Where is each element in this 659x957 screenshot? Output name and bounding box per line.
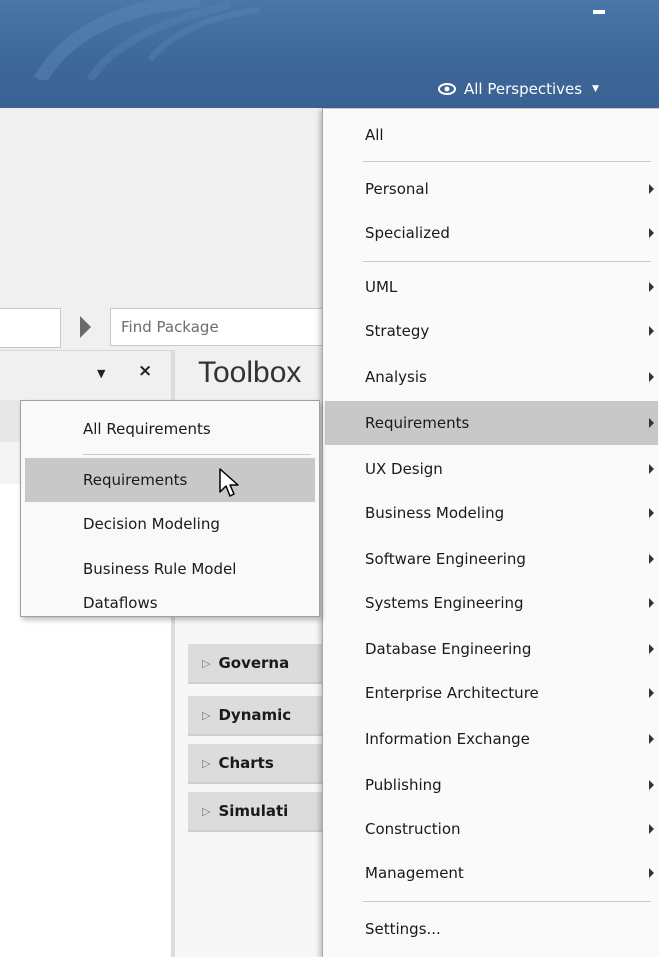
toolbox-group-label: Simulati — [218, 802, 289, 820]
perspectives-menu: All Personal Specialized UML Strategy An… — [322, 108, 659, 957]
menu-separator — [363, 901, 651, 902]
search-input[interactable] — [0, 308, 61, 348]
submenu-item-dataflows[interactable]: Dataflows — [25, 591, 315, 615]
menu-item-all[interactable]: All — [325, 113, 658, 157]
menu-item-label: Business Modeling — [365, 504, 505, 522]
submenu-item-requirements[interactable]: Requirements — [25, 458, 315, 502]
toolbox-group[interactable]: ▷ Governa — [188, 644, 328, 684]
perspectives-label: All Perspectives — [464, 80, 583, 98]
menu-item-specialized[interactable]: Specialized — [325, 211, 658, 255]
submenu-arrow-icon — [649, 554, 654, 564]
menu-item-ux-design[interactable]: UX Design — [325, 447, 658, 491]
submenu-item-label: Dataflows — [83, 594, 158, 612]
menu-item-label: Database Engineering — [365, 640, 532, 658]
menu-item-construction[interactable]: Construction — [325, 807, 658, 851]
submenu-arrow-icon — [649, 282, 654, 292]
expand-triangle-icon: ▷ — [202, 804, 211, 818]
submenu-item-decision-modeling[interactable]: Decision Modeling — [25, 502, 315, 546]
submenu-item-business-rule-model[interactable]: Business Rule Model — [25, 547, 315, 591]
submenu-arrow-icon — [649, 464, 654, 474]
submenu-arrow-icon — [649, 508, 654, 518]
menu-item-label: Construction — [365, 820, 461, 838]
submenu-item-label: Decision Modeling — [83, 515, 220, 533]
menu-item-label: Settings... — [365, 920, 441, 938]
submenu-arrow-icon — [649, 418, 654, 428]
menu-item-business-modeling[interactable]: Business Modeling — [325, 491, 658, 535]
menu-item-software-engineering[interactable]: Software Engineering — [325, 537, 658, 581]
menu-item-uml[interactable]: UML — [325, 265, 658, 309]
menu-separator — [363, 161, 651, 162]
submenu-arrow-icon — [649, 780, 654, 790]
submenu-arrow-icon — [649, 326, 654, 336]
toolbox-group[interactable]: ▷ Dynamic — [188, 696, 328, 736]
menu-item-label: UML — [365, 278, 398, 296]
minimize-icon[interactable] — [593, 10, 605, 14]
submenu-arrow-icon — [649, 644, 654, 654]
menu-item-systems-engineering[interactable]: Systems Engineering — [325, 581, 658, 625]
submenu-arrow-icon — [649, 868, 654, 878]
toolbox-group-label: Governa — [218, 654, 290, 672]
submenu-arrow-icon — [649, 734, 654, 744]
find-package-input[interactable]: Find Package — [110, 308, 350, 346]
menu-separator — [83, 454, 311, 455]
toolbox-title: Toolbox — [198, 356, 302, 389]
submenu-arrow-icon — [649, 688, 654, 698]
submenu-arrow-icon — [649, 184, 654, 194]
go-arrow-icon[interactable] — [80, 316, 91, 338]
submenu-item-label: All Requirements — [83, 420, 211, 438]
menu-item-label: Software Engineering — [365, 550, 526, 568]
submenu-arrow-icon — [649, 372, 654, 382]
menu-item-label: Publishing — [365, 776, 442, 794]
menu-item-information-exchange[interactable]: Information Exchange — [325, 717, 658, 761]
submenu-item-label: Requirements — [83, 471, 188, 489]
chevron-down-icon: ▼ — [592, 84, 599, 94]
submenu-item-all-requirements[interactable]: All Requirements — [25, 407, 315, 451]
toolbox-group[interactable]: ▷ Charts — [188, 744, 328, 784]
expand-triangle-icon: ▷ — [202, 656, 211, 670]
menu-item-publishing[interactable]: Publishing — [325, 763, 658, 807]
menu-item-label: Management — [365, 864, 464, 882]
menu-item-personal[interactable]: Personal — [325, 167, 658, 211]
menu-item-settings[interactable]: Settings... — [325, 907, 658, 951]
menu-item-label: Specialized — [365, 224, 450, 242]
menu-item-label: Strategy — [365, 322, 430, 340]
menu-item-label: All — [365, 126, 384, 144]
menu-item-analysis[interactable]: Analysis — [325, 355, 658, 399]
submenu-arrow-icon — [649, 598, 654, 608]
menu-separator — [363, 261, 651, 262]
menu-item-management[interactable]: Management — [325, 851, 658, 895]
menu-item-label: Enterprise Architecture — [365, 684, 539, 702]
submenu-item-label: Business Rule Model — [83, 560, 237, 578]
submenu-arrow-icon — [649, 228, 654, 238]
expand-triangle-icon: ▷ — [202, 708, 211, 722]
menu-item-label: Systems Engineering — [365, 594, 524, 612]
close-icon[interactable]: × — [138, 361, 152, 381]
menu-item-database-engineering[interactable]: Database Engineering — [325, 627, 658, 671]
menu-item-requirements[interactable]: Requirements — [325, 401, 658, 445]
panel-dropdown-icon[interactable]: ▼ — [97, 367, 105, 380]
eye-icon — [438, 83, 456, 95]
all-perspectives-button[interactable]: All Perspectives ▼ — [424, 72, 659, 106]
toolbox-group-label: Dynamic — [218, 706, 292, 724]
toolbox-group[interactable]: ▷ Simulati — [188, 792, 328, 832]
toolbox-group-label: Charts — [218, 754, 274, 772]
ribbon-header: All Perspectives ▼ — [0, 0, 659, 108]
menu-item-enterprise-architecture[interactable]: Enterprise Architecture — [325, 671, 658, 715]
menu-item-label: Personal — [365, 180, 429, 198]
requirements-submenu: All Requirements Requirements Decision M… — [20, 400, 320, 617]
menu-item-label: Requirements — [365, 414, 470, 432]
mouse-cursor-icon — [219, 468, 239, 497]
menu-item-label: UX Design — [365, 460, 443, 478]
ribbon-decoration — [33, 0, 261, 80]
expand-triangle-icon: ▷ — [202, 756, 211, 770]
menu-item-strategy[interactable]: Strategy — [325, 309, 658, 353]
menu-item-label: Analysis — [365, 368, 427, 386]
menu-item-label: Information Exchange — [365, 730, 530, 748]
submenu-arrow-icon — [649, 824, 654, 834]
